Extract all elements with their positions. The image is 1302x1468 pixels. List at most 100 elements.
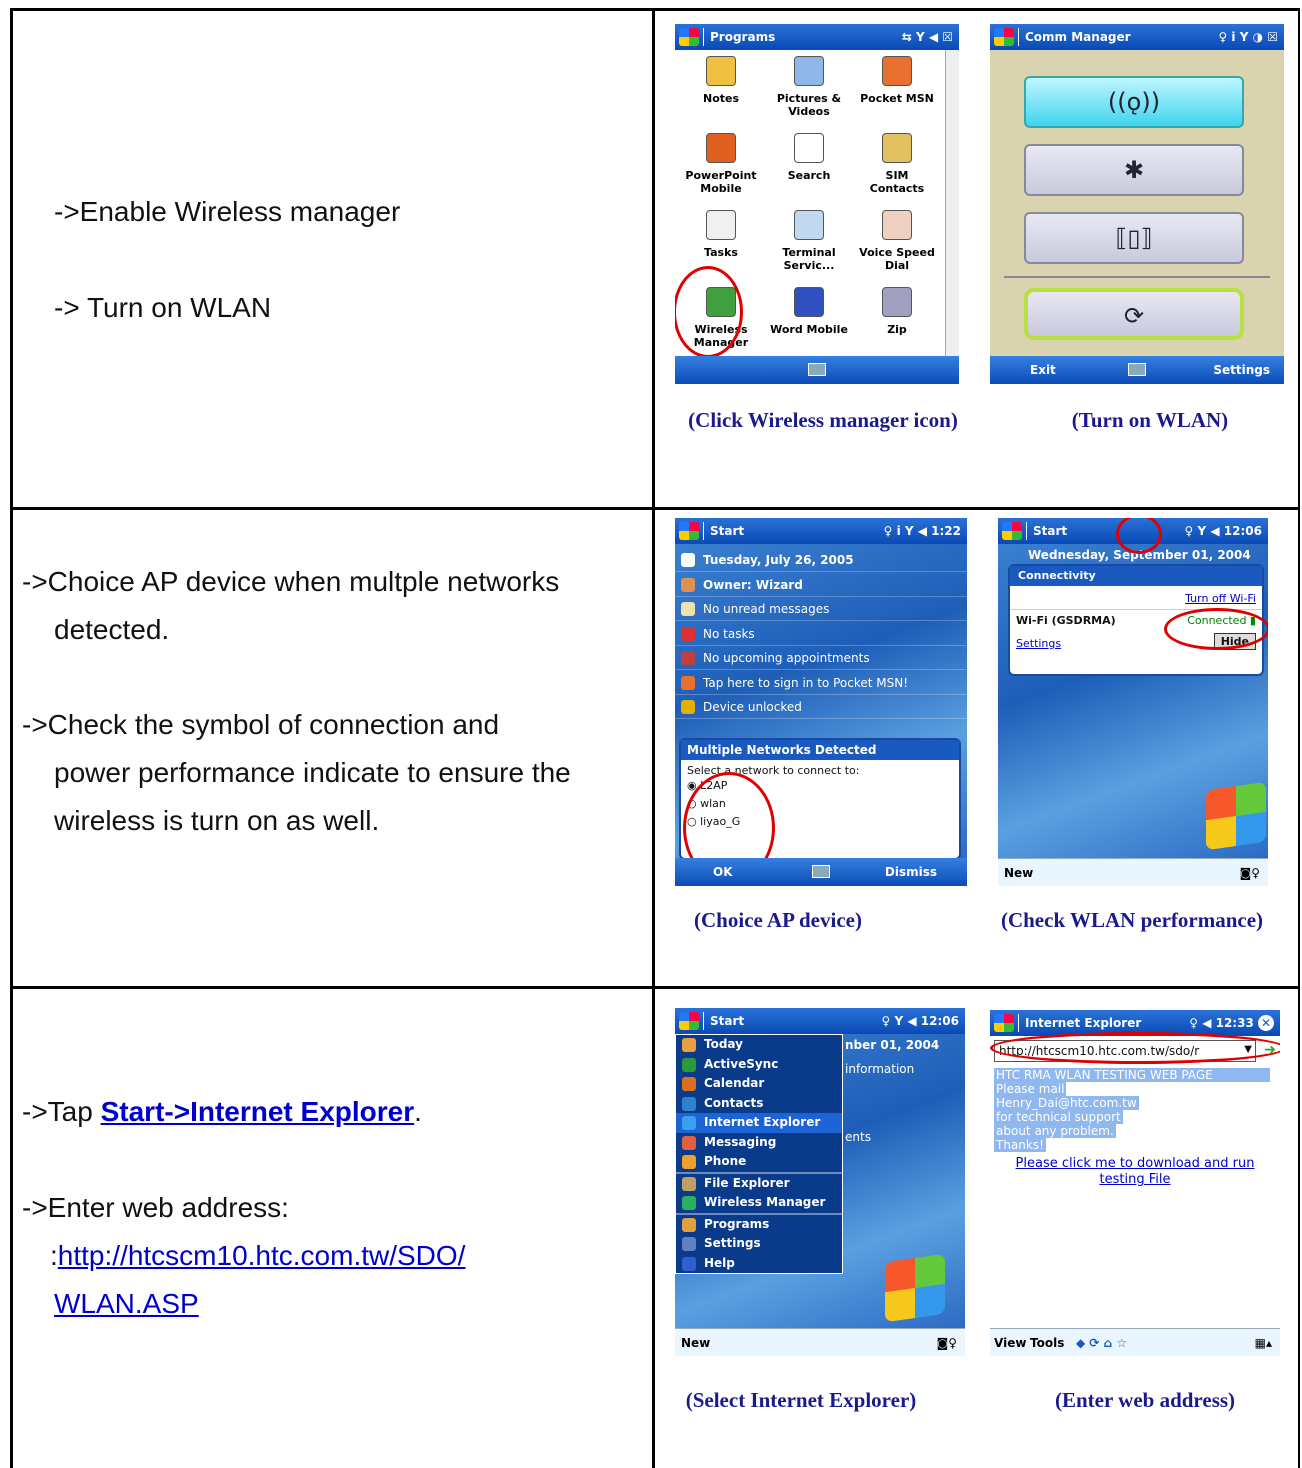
- today-item[interactable]: Owner: Wizard: [675, 573, 967, 597]
- start-menu-item[interactable]: Programs: [676, 1215, 842, 1235]
- today-item-label: No upcoming appointments: [703, 651, 870, 665]
- today-item[interactable]: No unread messages: [675, 597, 967, 621]
- url-link[interactable]: http://htcscm10.htc.com.tw/SDO/: [58, 1240, 466, 1271]
- keyboard-icon[interactable]: [812, 865, 830, 878]
- ok-softkey[interactable]: OK: [713, 858, 733, 886]
- sync-button[interactable]: ⟳: [1024, 288, 1244, 340]
- title: Start: [710, 524, 745, 538]
- start-menu-item[interactable]: Calendar: [676, 1074, 842, 1094]
- connection-icon[interactable]: ◙♀: [937, 1329, 957, 1356]
- back-icon[interactable]: ◆ ⟳ ⌂ ☆: [1076, 1329, 1127, 1356]
- notepad-icon[interactable]: [706, 56, 736, 86]
- butterfly-icon[interactable]: [882, 56, 912, 86]
- menu-item-label: Wireless Manager: [704, 1195, 826, 1209]
- keyboard-icon[interactable]: [808, 363, 826, 376]
- settings-softkey[interactable]: Settings: [1213, 356, 1270, 384]
- today-item[interactable]: No tasks: [675, 622, 967, 646]
- menu-item-icon: [682, 1155, 696, 1169]
- menu-item-icon: [682, 1135, 696, 1150]
- page-line: Please mail: [994, 1082, 1067, 1096]
- start-menu-item[interactable]: Messaging: [676, 1133, 842, 1153]
- clipboard-icon[interactable]: [706, 210, 736, 240]
- program-label[interactable]: Voice Speed Dial: [857, 246, 937, 272]
- program-label[interactable]: Zip: [857, 323, 937, 336]
- start-menu-item[interactable]: Help: [676, 1254, 842, 1274]
- url-link-cont[interactable]: WLAN.ASP: [54, 1288, 199, 1319]
- today-item[interactable]: No upcoming appointments: [675, 646, 967, 670]
- date-fragment: nber 01, 2004: [845, 1038, 940, 1052]
- start-menu-item[interactable]: Wireless Manager: [676, 1193, 842, 1213]
- caption: (Select Internet Explorer): [685, 1388, 917, 1412]
- program-label[interactable]: Word Mobile: [769, 323, 849, 336]
- page-line: for technical support: [994, 1110, 1123, 1124]
- program-label[interactable]: Search: [769, 169, 849, 182]
- start-menu-item[interactable]: Phone: [676, 1152, 842, 1172]
- download-link[interactable]: Please click me to download and run test…: [1004, 1156, 1266, 1188]
- today-item-label: Tap here to sign in to Pocket MSN!: [703, 675, 909, 690]
- close-icon[interactable]: ✕: [1258, 1015, 1274, 1031]
- info-fragment: information: [845, 1062, 915, 1076]
- turn-off-wifi-link[interactable]: Turn off Wi-Fi: [1010, 586, 1262, 605]
- dismiss-softkey[interactable]: Dismiss: [885, 858, 937, 886]
- start-menu-item[interactable]: Contacts: [676, 1094, 842, 1114]
- keyboard-icon[interactable]: [1128, 363, 1146, 376]
- status-icons: ♀ i Y ◑ ☒: [1218, 30, 1278, 44]
- windows-flag-icon: [994, 1014, 1014, 1032]
- phone-button[interactable]: ⟦▯⟧: [1024, 212, 1244, 264]
- bottom-bar: View Tools ◆ ⟳ ⌂ ☆ ▦▴: [990, 1328, 1280, 1356]
- windows-flag-icon: [679, 28, 699, 46]
- pictures-icon[interactable]: [794, 56, 824, 86]
- new-softkey[interactable]: New: [681, 1329, 710, 1356]
- start-menu-item[interactable]: Internet Explorer: [676, 1113, 842, 1133]
- today-item-label: Device unlocked: [703, 700, 802, 714]
- wlan-button[interactable]: ((ǫ)): [1024, 76, 1244, 128]
- windows-flag-icon: [679, 1012, 699, 1030]
- menu-item-icon: [682, 1196, 696, 1210]
- title-bar: Start ♀ Y ◀ 12:06: [675, 1008, 965, 1034]
- start-menu-item[interactable]: File Explorer: [676, 1174, 842, 1194]
- voice-dial-icon[interactable]: [882, 210, 912, 240]
- new-softkey[interactable]: New: [1004, 859, 1033, 886]
- terminal-icon[interactable]: [794, 210, 824, 240]
- program-label[interactable]: Pocket MSN: [857, 92, 937, 105]
- bluetooth-button[interactable]: ✱: [1024, 144, 1244, 196]
- menu-item-icon: [682, 1096, 696, 1111]
- zip-icon[interactable]: [882, 287, 912, 317]
- internet-explorer-link[interactable]: ->Internet Explorer: [164, 1096, 414, 1127]
- step-check-symbol-cont: power performance indicate to ensure the: [54, 757, 571, 788]
- sim-card-icon[interactable]: [882, 133, 912, 163]
- program-label[interactable]: Notes: [681, 92, 761, 105]
- clock: 12:06: [1223, 524, 1262, 538]
- program-label[interactable]: Pictures & Videos: [769, 92, 849, 118]
- exit-softkey[interactable]: Exit: [1030, 356, 1056, 384]
- step-url-line2: WLAN.ASP: [54, 1280, 199, 1328]
- start-menu-item[interactable]: ActiveSync: [676, 1055, 842, 1075]
- today-item[interactable]: Tuesday, July 26, 2005: [675, 548, 967, 572]
- program-label[interactable]: Terminal Servic...: [769, 246, 849, 272]
- status-icons: ♀ ◀ 12:33 ✕: [1189, 1010, 1274, 1036]
- program-label[interactable]: SIM Contacts: [857, 169, 937, 195]
- start-menu-item[interactable]: Today: [676, 1035, 842, 1055]
- menu-item-label: Contacts: [704, 1095, 764, 1110]
- bottom-bar: OK Dismiss: [675, 858, 967, 886]
- today-item[interactable]: Tap here to sign in to Pocket MSN!: [675, 671, 967, 695]
- connection-icon[interactable]: ◙♀: [1240, 859, 1260, 886]
- word-icon[interactable]: [794, 287, 824, 317]
- program-label[interactable]: Tasks: [681, 246, 761, 259]
- start-link[interactable]: Start: [101, 1096, 165, 1127]
- view-menu[interactable]: View: [994, 1329, 1026, 1356]
- keyboard-icon[interactable]: ▦▴: [1255, 1329, 1272, 1356]
- comm-manager-screenshot: Comm Manager ♀ i Y ◑ ☒ ((ǫ)) ✱ ⟦▯⟧ ⟳ Exit…: [990, 24, 1284, 384]
- magnifier-icon[interactable]: [794, 133, 824, 163]
- scrollbar[interactable]: [945, 50, 959, 356]
- today-item-icon: [681, 700, 695, 714]
- internet-explorer-screenshot: Internet Explorer ♀ ◀ 12:33 ✕ http://htcs…: [990, 1010, 1280, 1356]
- start-menu-item[interactable]: Settings: [676, 1234, 842, 1254]
- today-item-icon: [681, 602, 695, 616]
- settings-link[interactable]: Settings: [1016, 637, 1061, 650]
- powerpoint-icon[interactable]: [706, 133, 736, 163]
- today-item[interactable]: Device unlocked: [675, 695, 967, 719]
- today-item-icon: [681, 577, 695, 592]
- program-label[interactable]: PowerPoint Mobile: [681, 169, 761, 195]
- tools-menu[interactable]: Tools: [1030, 1329, 1064, 1356]
